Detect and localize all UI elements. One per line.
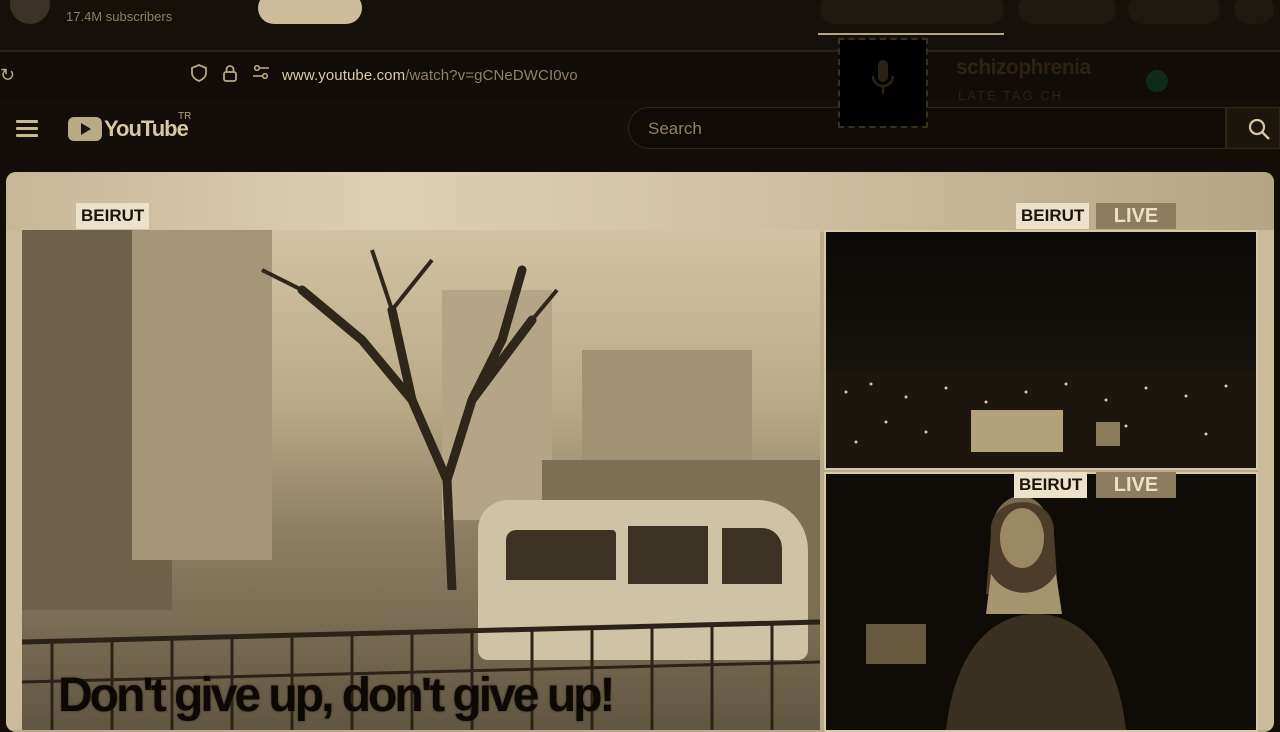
frame-border bbox=[1258, 230, 1274, 730]
divider bbox=[0, 50, 1280, 52]
logo-text: YouTube bbox=[104, 116, 189, 141]
notification-title[interactable]: schizophrenia bbox=[956, 56, 1091, 80]
reporter bbox=[866, 496, 1126, 730]
notification-thumbnail[interactable] bbox=[838, 38, 928, 128]
video-subtitle: Don't give up, don't give up! bbox=[58, 669, 615, 722]
video-player[interactable]: BEIRUT BEIRUT LIVE BEIRUT LIVE bbox=[6, 172, 1274, 732]
van-window bbox=[506, 530, 616, 580]
live-camera-feed-city bbox=[824, 230, 1258, 470]
country-code: TR bbox=[178, 111, 192, 122]
van-window bbox=[628, 526, 708, 584]
lock-icon[interactable] bbox=[220, 64, 240, 86]
search-icon bbox=[1248, 118, 1270, 140]
url-host: www.youtube.com bbox=[282, 67, 406, 84]
like-dislike-button[interactable] bbox=[820, 0, 1004, 24]
location-tag-main: BEIRUT bbox=[76, 203, 150, 229]
location-tag-cam2: BEIRUT bbox=[1014, 472, 1088, 498]
reload-icon[interactable]: ↻ bbox=[0, 64, 18, 86]
subscriber-count: 17.4M subscribers bbox=[66, 9, 173, 24]
channel-bar: 17.4M subscribers bbox=[0, 0, 1280, 52]
live-badge-cam2: LIVE bbox=[1096, 472, 1176, 498]
shield-icon[interactable] bbox=[189, 64, 209, 86]
url-path: /watch?v=gCNeDWCI0vo bbox=[405, 67, 578, 84]
progress-underline bbox=[818, 33, 1004, 35]
play-logo-icon bbox=[68, 117, 102, 141]
clip-button[interactable] bbox=[1128, 0, 1220, 24]
van-window bbox=[722, 528, 782, 584]
channel-avatar[interactable] bbox=[10, 0, 50, 24]
share-button[interactable] bbox=[1018, 0, 1116, 24]
search-box bbox=[628, 107, 1226, 150]
frame-border bbox=[6, 230, 22, 730]
notification-subtitle: LATE TAG CH bbox=[958, 88, 1064, 103]
status-dot bbox=[1146, 70, 1168, 92]
live-camera-feed-reporter bbox=[824, 472, 1258, 732]
city-lights bbox=[826, 372, 1256, 468]
live-badge-cam1: LIVE bbox=[1096, 203, 1176, 229]
hamburger-menu-icon[interactable] bbox=[16, 117, 40, 139]
search-input[interactable] bbox=[646, 108, 1210, 150]
location-tag-cam1: BEIRUT bbox=[1016, 203, 1090, 229]
permissions-icon[interactable] bbox=[251, 64, 271, 86]
mic-icon bbox=[871, 60, 895, 94]
subscribe-button[interactable] bbox=[258, 0, 362, 24]
search-button[interactable] bbox=[1226, 107, 1280, 149]
main-camera-feed bbox=[22, 230, 820, 730]
more-actions-button[interactable] bbox=[1234, 0, 1274, 24]
url-field[interactable]: www.youtube.com/watch?v=gCNeDWCI0vo bbox=[282, 67, 578, 84]
